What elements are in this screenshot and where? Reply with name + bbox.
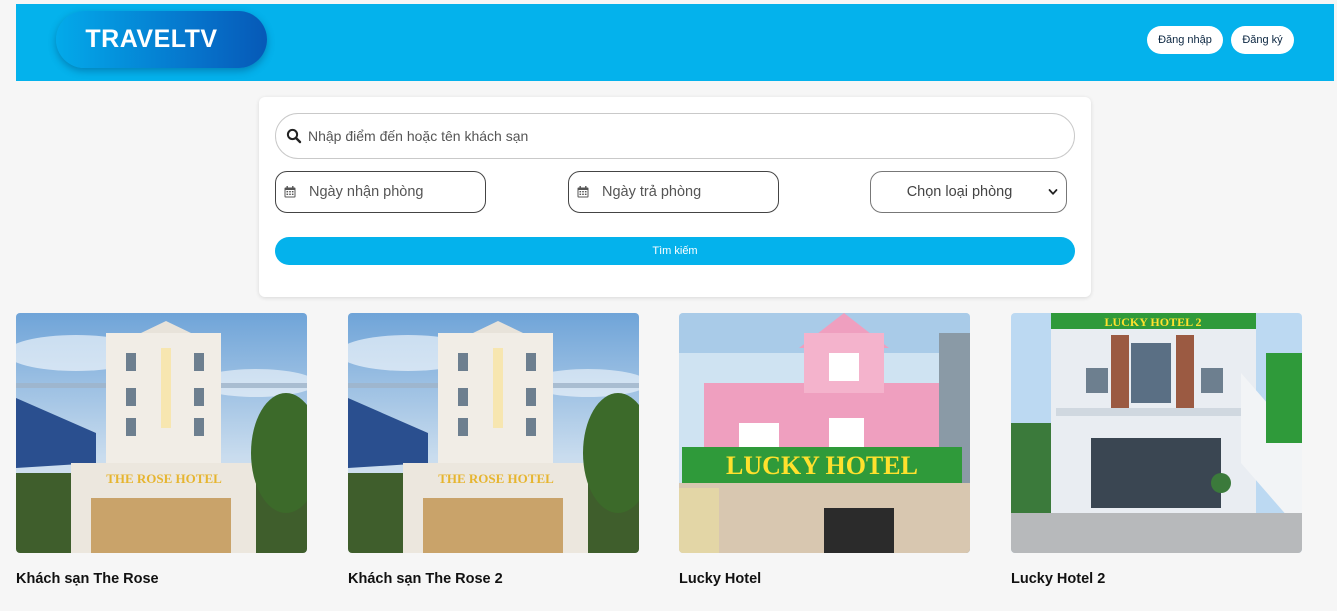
search-icon (286, 128, 302, 144)
search-panel: Nhập điểm đến hoặc tên khách sạn Ngày nh… (259, 97, 1091, 297)
checkin-placeholder: Ngày nhận phòng (309, 184, 424, 200)
calendar-icon (284, 186, 296, 198)
hotel-card[interactable]: THE ROSE HOTEL Khách sạn The Rose (16, 313, 307, 587)
hotel-card[interactable]: LUCKY HOTEL 2 Lucky Hotel 2 (1011, 313, 1302, 587)
site-header: TRAVELTV Đăng nhập Đăng ký (16, 4, 1334, 81)
search-submit-button[interactable]: Tìm kiếm (275, 237, 1075, 265)
search-placeholder: Nhập điểm đến hoặc tên khách sạn (308, 128, 529, 144)
checkout-placeholder: Ngày trả phòng (602, 184, 702, 200)
hotel-card[interactable]: LUCKY HOTEL Lucky Hotel (679, 313, 970, 587)
hotel-photo[interactable]: THE ROSE HOTEL (16, 313, 307, 553)
hotel-name[interactable]: Khách sạn The Rose (16, 571, 159, 587)
hotel-photo[interactable]: LUCKY HOTEL 2 (1011, 313, 1302, 553)
hotel-photo[interactable]: LUCKY HOTEL (679, 313, 970, 553)
site-logo[interactable]: TRAVELTV (56, 11, 267, 68)
hotel-name[interactable]: Khách sạn The Rose 2 (348, 571, 503, 587)
hotel-name[interactable]: Lucky Hotel (679, 571, 761, 587)
hotel-sign-text: THE ROSE HOTEL (438, 471, 554, 486)
calendar-icon (577, 186, 589, 198)
hotel-sign-text: THE ROSE HOTEL (106, 471, 222, 486)
room-type-value: Chọn loại phòng (906, 184, 1013, 200)
hotel-sign-text: LUCKY HOTEL (726, 451, 918, 480)
checkin-date-input[interactable]: Ngày nhận phòng (275, 171, 486, 213)
login-button[interactable]: Đăng nhập (1147, 26, 1223, 54)
hotel-card[interactable]: THE ROSE HOTEL Khách sạn The Rose 2 (348, 313, 639, 587)
checkout-date-input[interactable]: Ngày trả phòng (568, 171, 779, 213)
hotel-name[interactable]: Lucky Hotel 2 (1011, 571, 1105, 587)
register-button[interactable]: Đăng ký (1231, 26, 1294, 54)
hotel-sign-text: LUCKY HOTEL 2 (1105, 315, 1202, 329)
chevron-down-icon (1048, 189, 1058, 195)
hotel-photo[interactable]: THE ROSE HOTEL (348, 313, 639, 553)
room-type-select[interactable]: Chọn loại phòng (870, 171, 1067, 213)
destination-search-input[interactable]: Nhập điểm đến hoặc tên khách sạn (275, 113, 1075, 159)
logo-text: TRAVELTV (85, 25, 218, 53)
